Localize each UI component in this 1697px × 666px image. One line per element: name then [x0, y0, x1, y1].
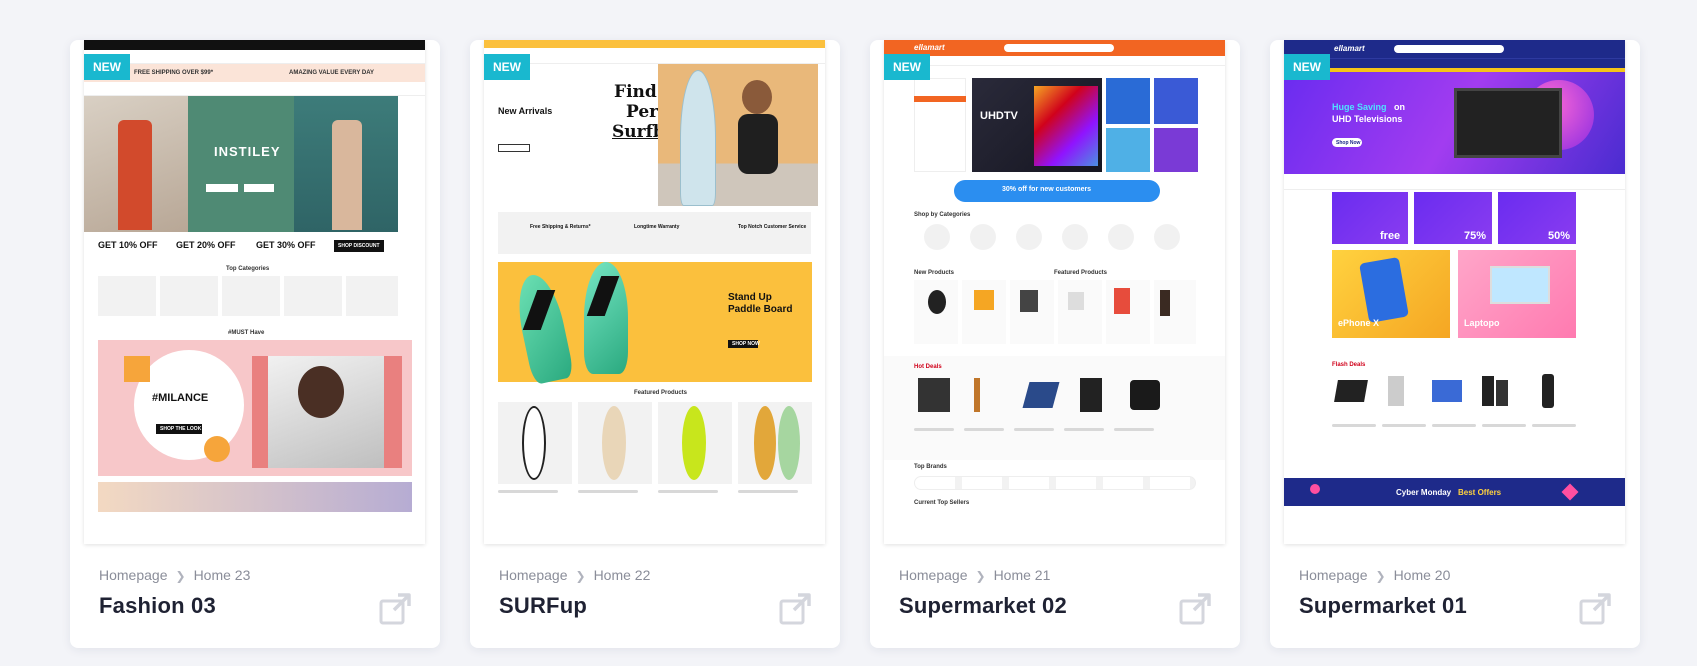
card-title[interactable]: Supermarket 02	[899, 593, 1067, 619]
hero-title-1: Huge Saving	[1332, 102, 1387, 112]
preview-thumbnail[interactable]: NEW ellamart Huge Saving on UHD Televisi…	[1284, 40, 1625, 544]
breadcrumb-page: Home 23	[193, 567, 251, 583]
section-2: New Products	[914, 270, 955, 276]
chevron-right-icon: ❯	[175, 569, 186, 583]
hashtag-section: #MUST Have	[228, 330, 265, 336]
breadcrumb: Homepage ❯ Home 23	[99, 567, 250, 583]
banner-title: #MILANCE	[152, 392, 209, 404]
footer-banner-1: Cyber Monday	[1396, 488, 1452, 497]
logo: ellamart	[1334, 44, 1365, 53]
hero-title-on: on	[1394, 102, 1405, 112]
feature-3: Top Notch Customer Service	[738, 224, 807, 230]
breadcrumb: Homepage ❯ Home 20	[1299, 567, 1450, 583]
demo-card-supermarket-02[interactable]: NEW ellamart UHDTV 30% off for new custo…	[870, 40, 1240, 648]
external-link-icon[interactable]	[1578, 592, 1612, 626]
section-title: Top Categories	[226, 266, 270, 272]
breadcrumb-page: Home 21	[993, 567, 1051, 583]
tile-2: 75%	[1464, 230, 1487, 242]
coupon: 30% off for new customers	[1002, 186, 1092, 193]
offer-3: GET 30% OFF	[256, 240, 316, 250]
feature-1: Free Shipping & Returns*	[530, 224, 591, 230]
new-badge: NEW	[484, 54, 530, 80]
external-link-icon[interactable]	[1178, 592, 1212, 626]
logo: ellamart	[914, 43, 945, 52]
hero-left: New Arrivals	[498, 106, 553, 116]
external-link-icon[interactable]	[378, 592, 412, 626]
breadcrumb-page: Home 22	[593, 567, 651, 583]
chevron-right-icon: ❯	[975, 569, 986, 583]
section-6: Current Top Sellers	[914, 500, 970, 506]
breadcrumb-page: Home 20	[1393, 567, 1451, 583]
section-3: Featured Products	[1054, 270, 1108, 276]
feature-2: Longtime Warranty	[634, 224, 680, 230]
section-title: Featured Products	[634, 390, 688, 396]
new-badge: NEW	[884, 54, 930, 80]
hero-button: Shop Now	[1336, 140, 1361, 146]
card-title[interactable]: Supermarket 01	[1299, 593, 1467, 619]
new-badge: NEW	[1284, 54, 1330, 80]
preview-thumbnail[interactable]: NEW New Arrivals Find Your Perfect Surfb…	[484, 40, 825, 544]
external-link-icon[interactable]	[778, 592, 812, 626]
section-1: Shop by Categories	[914, 212, 971, 218]
tile-4: ePhone X	[1338, 318, 1380, 328]
breadcrumb-home[interactable]: Homepage	[499, 567, 568, 583]
breadcrumb-home[interactable]: Homepage	[899, 567, 968, 583]
preview-thumbnail[interactable]: NEW FREE SHIPPING OVER $99* AMAZING VALU…	[84, 40, 425, 544]
breadcrumb: Homepage ❯ Home 22	[499, 567, 650, 583]
new-badge: NEW	[84, 54, 130, 80]
demo-card-surfup[interactable]: NEW New Arrivals Find Your Perfect Surfb…	[470, 40, 840, 648]
offer-2: GET 20% OFF	[176, 240, 236, 250]
demo-card-supermarket-01[interactable]: NEW ellamart Huge Saving on UHD Televisi…	[1270, 40, 1640, 648]
tile-3: 50%	[1548, 230, 1571, 242]
banner-button: SHOP THE LOOK	[160, 426, 202, 432]
breadcrumb: Homepage ❯ Home 21	[899, 567, 1050, 583]
hero-title: UHDTV	[980, 110, 1018, 122]
hero-title: INSTILEY	[214, 144, 281, 159]
footer-banner-2: Best Offers	[1458, 488, 1502, 497]
card-title[interactable]: Fashion 03	[99, 593, 216, 619]
section-4: Hot Deals	[914, 364, 942, 370]
hero-title-2: UHD Televisions	[1332, 114, 1403, 124]
promo-title-1: Stand Up	[728, 292, 772, 303]
tile-5: Laptopo	[1464, 318, 1500, 328]
shop-discount-button: SHOP DISCOUNT	[338, 243, 380, 249]
chevron-right-icon: ❯	[1375, 569, 1386, 583]
preview-thumbnail[interactable]: NEW ellamart UHDTV 30% off for new custo…	[884, 40, 1225, 544]
chevron-right-icon: ❯	[575, 569, 586, 583]
demo-card-fashion-03[interactable]: NEW FREE SHIPPING OVER $99* AMAZING VALU…	[70, 40, 440, 648]
promo-left: FREE SHIPPING OVER $99*	[134, 70, 214, 76]
tile-1: free	[1380, 230, 1401, 242]
promo-button: SHOP NOW	[732, 341, 760, 347]
promo-right: AMAZING VALUE EVERY DAY	[289, 70, 375, 76]
promo-title-2: Paddle Board	[728, 304, 793, 315]
offer-1: GET 10% OFF	[98, 240, 158, 250]
breadcrumb-home[interactable]: Homepage	[99, 567, 168, 583]
section-title: Flash Deals	[1332, 362, 1366, 368]
card-title[interactable]: SURFup	[499, 593, 587, 619]
section-5: Top Brands	[914, 464, 947, 470]
breadcrumb-home[interactable]: Homepage	[1299, 567, 1368, 583]
